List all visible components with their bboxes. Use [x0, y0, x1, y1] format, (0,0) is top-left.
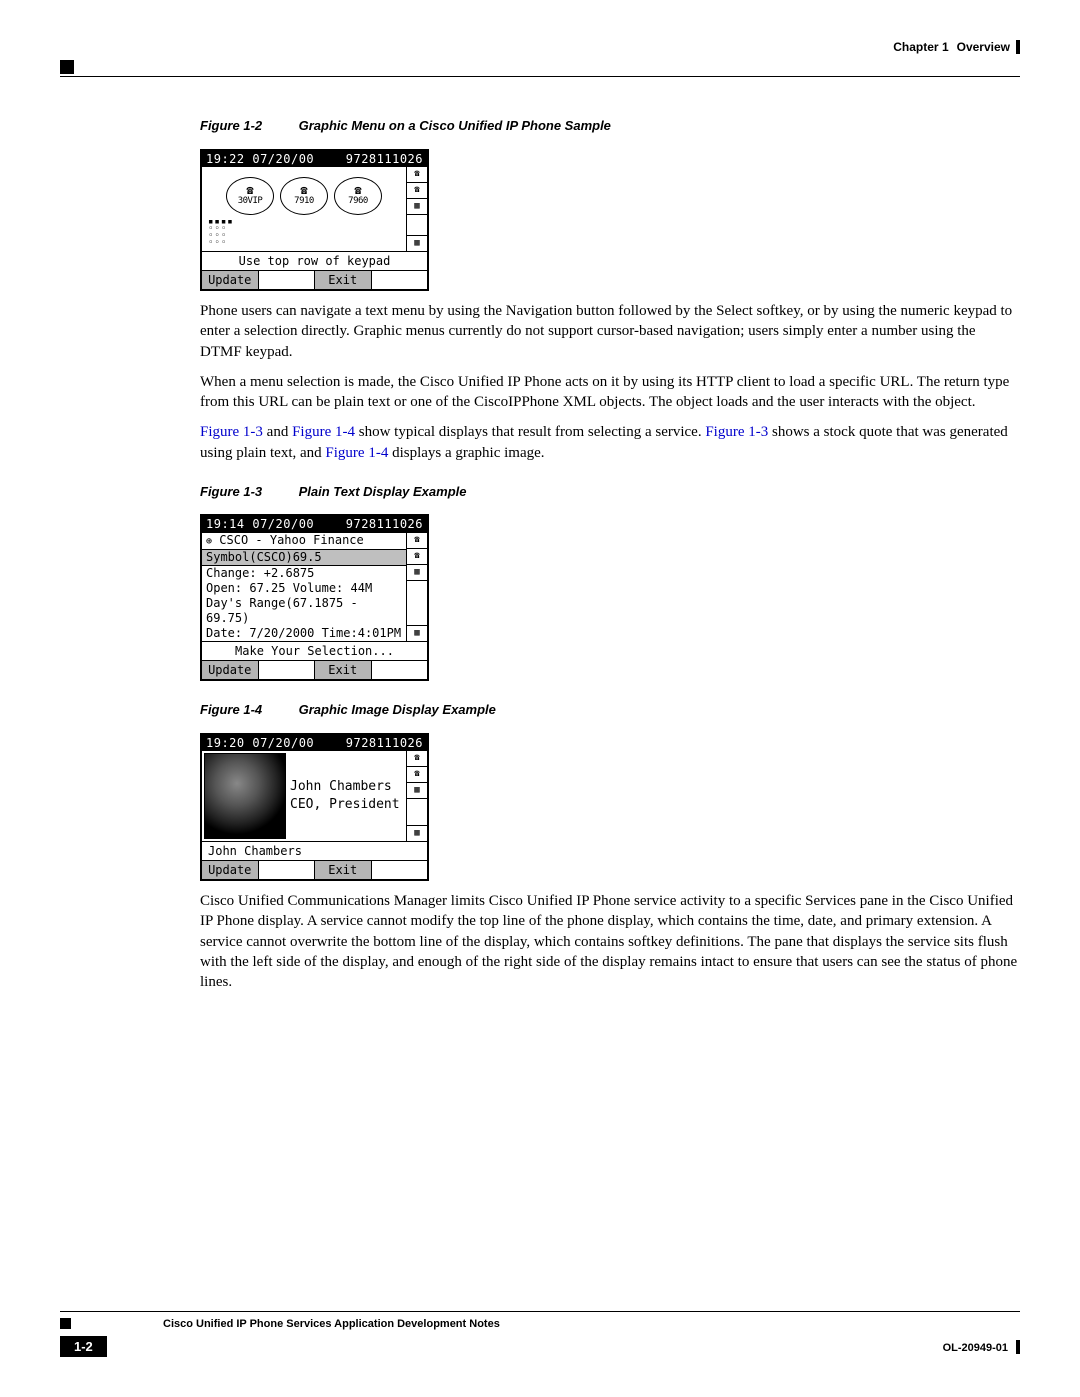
figure-1-3-link[interactable]: Figure 1-3: [200, 424, 263, 440]
softkey-update: Update: [202, 661, 259, 679]
softkey-exit: Exit: [315, 661, 372, 679]
stock-change: Change: +2.6875: [202, 566, 406, 581]
screen-prompt: Use top row of keypad: [202, 251, 427, 270]
body-paragraph: Figure 1-3 and Figure 1-4 show typical d…: [200, 422, 1020, 463]
line-icon: ☎: [407, 183, 427, 199]
text: and: [263, 424, 292, 440]
softkey-blank: [259, 661, 316, 679]
line-icon: ▦: [407, 783, 427, 799]
person-role: CEO, President: [290, 796, 406, 814]
footer-square-icon: [60, 1318, 71, 1329]
phone-model-icon: ☎ 7960: [334, 177, 382, 215]
figure-1-4-screen: 19:20 07/20/00 9728111026 John Chambers …: [200, 733, 429, 882]
screen-ext: 9728111026: [346, 735, 423, 751]
line-icon: ☎: [407, 549, 427, 565]
softkey-blank: [372, 861, 428, 879]
person-name: John Chambers: [290, 778, 406, 796]
chapter-title: Overview: [957, 40, 1010, 54]
keypad-icon: ▪▪▪▪◦◦◦◦◦◦◦◦◦: [202, 217, 406, 251]
softkey-blank: [372, 661, 428, 679]
handset-icon: ☎: [246, 185, 253, 195]
figure-label: Figure 1-4: [200, 701, 295, 719]
screen-ext: 9728111026: [346, 151, 423, 167]
handset-icon: ☎: [354, 185, 361, 195]
phone-model-icon: ☎ 30VIP: [226, 177, 274, 215]
portrait-image: [204, 753, 286, 839]
line-icon: ▦: [407, 625, 427, 641]
icon-label: 7960: [348, 195, 368, 207]
body-paragraph: Cisco Unified Communications Manager lim…: [200, 891, 1020, 992]
stock-date: Date: 7/20/2000 Time:4:01PM: [202, 626, 406, 641]
figure-1-3-caption: Figure 1-3 Plain Text Display Example: [200, 483, 1020, 501]
softkey-blank: [259, 271, 316, 289]
figure-1-4-caption: Figure 1-4 Graphic Image Display Example: [200, 701, 1020, 719]
figure-1-3-link[interactable]: Figure 1-3: [705, 424, 768, 440]
text: CSCO - Yahoo Finance: [219, 533, 364, 547]
figure-1-2-screen: 19:22 07/20/00 9728111026 ☎ 30VIP ☎ 7910: [200, 149, 429, 292]
footer-bar-icon: [1016, 1340, 1020, 1354]
chapter-label: Chapter 1: [893, 40, 948, 54]
screen-prompt: John Chambers: [202, 841, 427, 860]
figure-1-4-link[interactable]: Figure 1-4: [325, 445, 388, 461]
handset-icon: ☎: [300, 185, 307, 195]
globe-icon: ⊕: [206, 536, 212, 547]
doc-id: OL-20949-01: [943, 1342, 1008, 1354]
figure-1-2-caption: Figure 1-2 Graphic Menu on a Cisco Unifi…: [200, 117, 1020, 135]
softkey-exit: Exit: [315, 271, 372, 289]
page-header: Chapter 1 Overview: [60, 40, 1020, 54]
line-icon: ☎: [407, 767, 427, 783]
stock-title: ⊕ CSCO - Yahoo Finance: [202, 533, 406, 549]
line-icon: ▦: [407, 235, 427, 251]
line-icon: ▦: [407, 825, 427, 841]
figure-1-4-link[interactable]: Figure 1-4: [292, 424, 355, 440]
figure-title: Graphic Image Display Example: [299, 702, 496, 717]
line-icon: ☎: [407, 167, 427, 183]
softkey-exit: Exit: [315, 861, 372, 879]
screen-time: 19:14 07/20/00: [206, 516, 314, 532]
footer-doc-title: Cisco Unified IP Phone Services Applicat…: [163, 1318, 500, 1330]
softkey-blank: [259, 861, 316, 879]
screen-time: 19:22 07/20/00: [206, 151, 314, 167]
body-paragraph: When a menu selection is made, the Cisco…: [200, 372, 1020, 413]
header-rule: [60, 76, 1020, 77]
screen-prompt: Make Your Selection...: [202, 641, 427, 660]
text: show typical displays that result from s…: [355, 424, 705, 440]
stock-range: Day's Range(67.1875 - 69.75): [202, 596, 406, 626]
figure-1-3-screen: 19:14 07/20/00 9728111026 ⊕ CSCO - Yahoo…: [200, 514, 429, 681]
figure-title: Plain Text Display Example: [299, 484, 467, 499]
screen-time: 19:20 07/20/00: [206, 735, 314, 751]
softkey-update: Update: [202, 861, 259, 879]
softkey-blank: [372, 271, 428, 289]
screen-ext: 9728111026: [346, 516, 423, 532]
page-number-badge: 1-2: [60, 1336, 107, 1357]
figure-title: Graphic Menu on a Cisco Unified IP Phone…: [299, 118, 611, 133]
figure-label: Figure 1-2: [200, 117, 295, 135]
softkey-update: Update: [202, 271, 259, 289]
figure-label: Figure 1-3: [200, 483, 295, 501]
stock-symbol: Symbol(CSCO)69.5: [202, 549, 406, 566]
line-icon: ☎: [407, 533, 427, 549]
line-icon: ▦: [407, 199, 427, 215]
line-icon: ☎: [407, 751, 427, 767]
stock-open-volume: Open: 67.25 Volume: 44M: [202, 581, 406, 596]
icon-label: 7910: [294, 195, 314, 207]
page-footer: Cisco Unified IP Phone Services Applicat…: [60, 1311, 1020, 1357]
phone-model-icon: ☎ 7910: [280, 177, 328, 215]
header-bar-icon: [1016, 40, 1020, 54]
text: displays a graphic image.: [388, 445, 544, 461]
corner-square-icon: [60, 60, 74, 74]
icon-label: 30VIP: [238, 195, 263, 207]
body-paragraph: Phone users can navigate a text menu by …: [200, 301, 1020, 362]
line-icon: ▦: [407, 565, 427, 581]
